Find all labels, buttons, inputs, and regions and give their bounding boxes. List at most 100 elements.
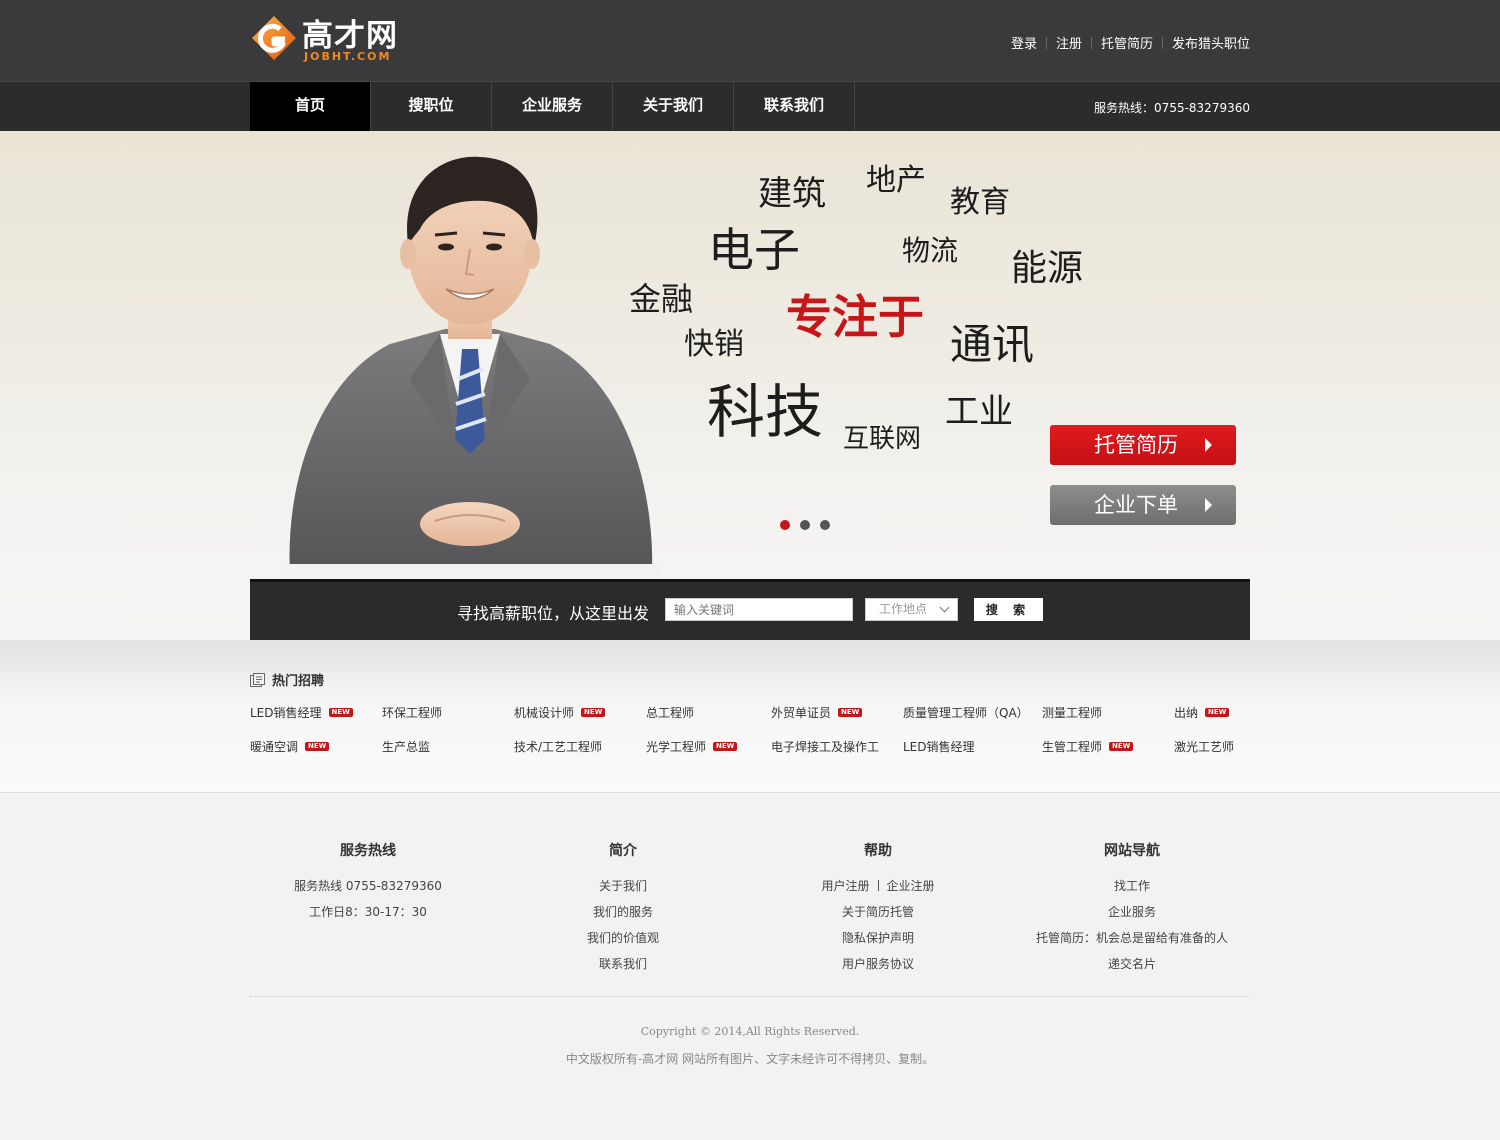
hero-banner: 建筑 地产 教育 电子 物流 能源 金融 专注于 快销 通讯 科技 工业 互联网… [0, 131, 1500, 640]
hot-job-label: 技术/工艺工程师 [514, 740, 603, 754]
footer-hotline: 服务热线 0755-83279360 [294, 879, 442, 893]
footer-hours: 工作日8：30-17：30 [309, 905, 427, 919]
footer-col-sitemap: 网站导航 找工作 企业服务 托管简历：机会总是留给有准备的人 递交名片 [1012, 840, 1252, 977]
host-resume-link[interactable]: 托管简历 [1101, 33, 1153, 52]
footer-link-business-card[interactable]: 递交名片 [1108, 957, 1156, 971]
register-link[interactable]: 注册 [1056, 33, 1082, 52]
hot-job-link[interactable]: 技术/工艺工程师 [514, 738, 602, 755]
hot-job-link[interactable]: 出纳 NEW [1174, 704, 1230, 721]
footer-link-find-job[interactable]: 找工作 [1114, 879, 1150, 893]
job-search-bar: 寻找高薪职位，从这里出发 工作地点 搜 索 [250, 579, 1250, 640]
hot-job-label: 出纳 [1174, 706, 1199, 720]
footer-link-enterprise[interactable]: 企业服务 [1108, 905, 1156, 919]
logo-diamond-icon [252, 16, 296, 60]
hot-job-label: 生管工程师 [1042, 740, 1103, 754]
arrow-right-icon [1205, 498, 1212, 512]
nav-enterprise-service[interactable]: 企业服务 [492, 82, 613, 131]
host-resume-label: 托管简历 [1094, 433, 1178, 457]
nav-contact-us[interactable]: 联系我们 [734, 82, 855, 131]
hot-job-link[interactable]: 生管工程师 NEW [1042, 738, 1134, 755]
hot-job-link[interactable]: 激光工艺师 [1174, 738, 1234, 755]
new-badge: NEW [581, 708, 606, 717]
footer-link-resume-hosting[interactable]: 关于简历托管 [842, 905, 914, 919]
banner-focus-word: 专注于 [786, 290, 924, 344]
hot-job-link[interactable]: 光学工程师 NEW [646, 738, 738, 755]
keyword-input[interactable] [665, 598, 853, 621]
businessman-photo [280, 156, 660, 579]
divider [1161, 36, 1163, 49]
hot-job-link[interactable]: 总工程师 [646, 704, 694, 721]
hot-job-link[interactable]: 质量管理工程师（QA） [903, 704, 1029, 721]
hot-job-link[interactable]: LED销售经理 NEW [250, 704, 353, 721]
location-select-value: 工作地点 [879, 602, 928, 616]
nav-search-jobs[interactable]: 搜职位 [371, 82, 492, 131]
footer-link-about[interactable]: 关于我们 [599, 879, 647, 893]
footer-col-help: 帮助 用户注册 企业注册 关于简历托管 隐私保护声明 用户服务协议 [758, 840, 998, 977]
footer-heading: 简介 [609, 843, 637, 859]
top-header: 高才网 JOBHT.COM 登录 注册 托管简历 发布猎头职位 [0, 0, 1500, 81]
hot-job-link[interactable]: LED销售经理 [903, 738, 975, 755]
hot-job-link[interactable]: 电子焊接工及操作工 [771, 738, 879, 755]
new-badge: NEW [328, 708, 353, 717]
hot-jobs-section: 热门招聘 LED销售经理 NEW 环保工程师 机械设计师 NEW 总工程师 外贸单证员 NEW… [0, 640, 1500, 793]
search-button[interactable]: 搜 索 [974, 598, 1043, 621]
hot-job-label: 外贸单证员 [771, 706, 832, 720]
location-select[interactable]: 工作地点 [865, 598, 958, 621]
hot-job-label: 总工程师 [646, 706, 695, 720]
host-resume-button[interactable]: 托管简历 [1050, 425, 1236, 465]
footer-link-contact[interactable]: 联系我们 [599, 957, 647, 971]
slide-dot-1[interactable] [780, 520, 790, 530]
banner-word-construction: 建筑 [758, 174, 826, 214]
hot-job-link[interactable]: 测量工程师 [1042, 704, 1102, 721]
slide-indicators [780, 520, 840, 530]
nav-hotline: 服务热线：0755-83279360 [1094, 101, 1250, 115]
hot-job-label: 机械设计师 [514, 706, 575, 720]
hot-job-label: 环保工程师 [382, 706, 443, 720]
divider [877, 880, 879, 891]
login-link[interactable]: 登录 [1011, 33, 1037, 52]
post-headhunt-link[interactable]: 发布猎头职位 [1172, 33, 1250, 52]
hot-job-label: 质量管理工程师（QA） [903, 706, 1029, 720]
hot-job-label: 激光工艺师 [1174, 740, 1235, 754]
new-badge: NEW [1109, 742, 1134, 751]
logo-text: 高才网 [302, 18, 398, 54]
hot-job-label: 测量工程师 [1042, 706, 1103, 720]
footer-col-intro: 简介 关于我们 我们的服务 我们的价值观 联系我们 [503, 840, 743, 977]
banner-word-internet: 互联网 [843, 424, 922, 454]
logo-domain: JOBHT.COM [304, 50, 392, 63]
hot-job-link[interactable]: 外贸单证员 NEW [771, 704, 863, 721]
hot-job-link[interactable]: 生产总监 [382, 738, 430, 755]
hot-job-label: LED销售经理 [250, 706, 322, 720]
footer-link-host-resume[interactable]: 托管简历：机会总是留给有准备的人 [1036, 931, 1228, 945]
banner-word-telecom: 通讯 [950, 320, 1035, 369]
slide-dot-2[interactable] [800, 520, 810, 530]
main-navbar: 首页 搜职位 企业服务 关于我们 联系我们 服务热线：0755-83279360 [0, 81, 1500, 131]
site-logo[interactable]: 高才网 JOBHT.COM [250, 14, 420, 66]
footer-link-services[interactable]: 我们的服务 [593, 905, 653, 919]
footer-link-user-register[interactable]: 用户注册 [821, 879, 869, 893]
hot-job-link[interactable]: 暖通空调 NEW [250, 738, 330, 755]
enterprise-order-button[interactable]: 企业下单 [1050, 485, 1236, 525]
slide-dot-3[interactable] [820, 520, 830, 530]
footer-link-privacy[interactable]: 隐私保护声明 [842, 931, 914, 945]
nav-home[interactable]: 首页 [250, 82, 371, 131]
hot-jobs-heading: 热门招聘 [250, 670, 324, 689]
main-nav: 首页 搜职位 企业服务 关于我们 联系我们 [250, 82, 855, 131]
footer-link-terms[interactable]: 用户服务协议 [842, 957, 914, 971]
hot-job-link[interactable]: 机械设计师 NEW [514, 704, 606, 721]
footer-link-company-register[interactable]: 企业注册 [887, 879, 935, 893]
hot-job-link[interactable]: 环保工程师 [382, 704, 442, 721]
footer-link-values[interactable]: 我们的价值观 [587, 931, 659, 945]
copyright-notice: 中文版权所有-高才网 网站所有图片、文字未经许可不得拷贝、复制。 [565, 1052, 935, 1066]
hot-job-label: 生产总监 [382, 740, 431, 754]
hot-jobs-title: 热门招聘 [272, 674, 325, 689]
footer-heading: 服务热线 [340, 843, 396, 859]
banner-word-education: 教育 [950, 185, 1010, 220]
nav-about-us[interactable]: 关于我们 [613, 82, 734, 131]
banner-word-energy: 能源 [1011, 248, 1084, 289]
hot-job-label: 光学工程师 [646, 740, 707, 754]
divider [1090, 36, 1092, 49]
new-badge: NEW [838, 708, 863, 717]
banner-word-electronics: 电子 [708, 223, 800, 277]
enterprise-order-label: 企业下单 [1094, 493, 1178, 517]
